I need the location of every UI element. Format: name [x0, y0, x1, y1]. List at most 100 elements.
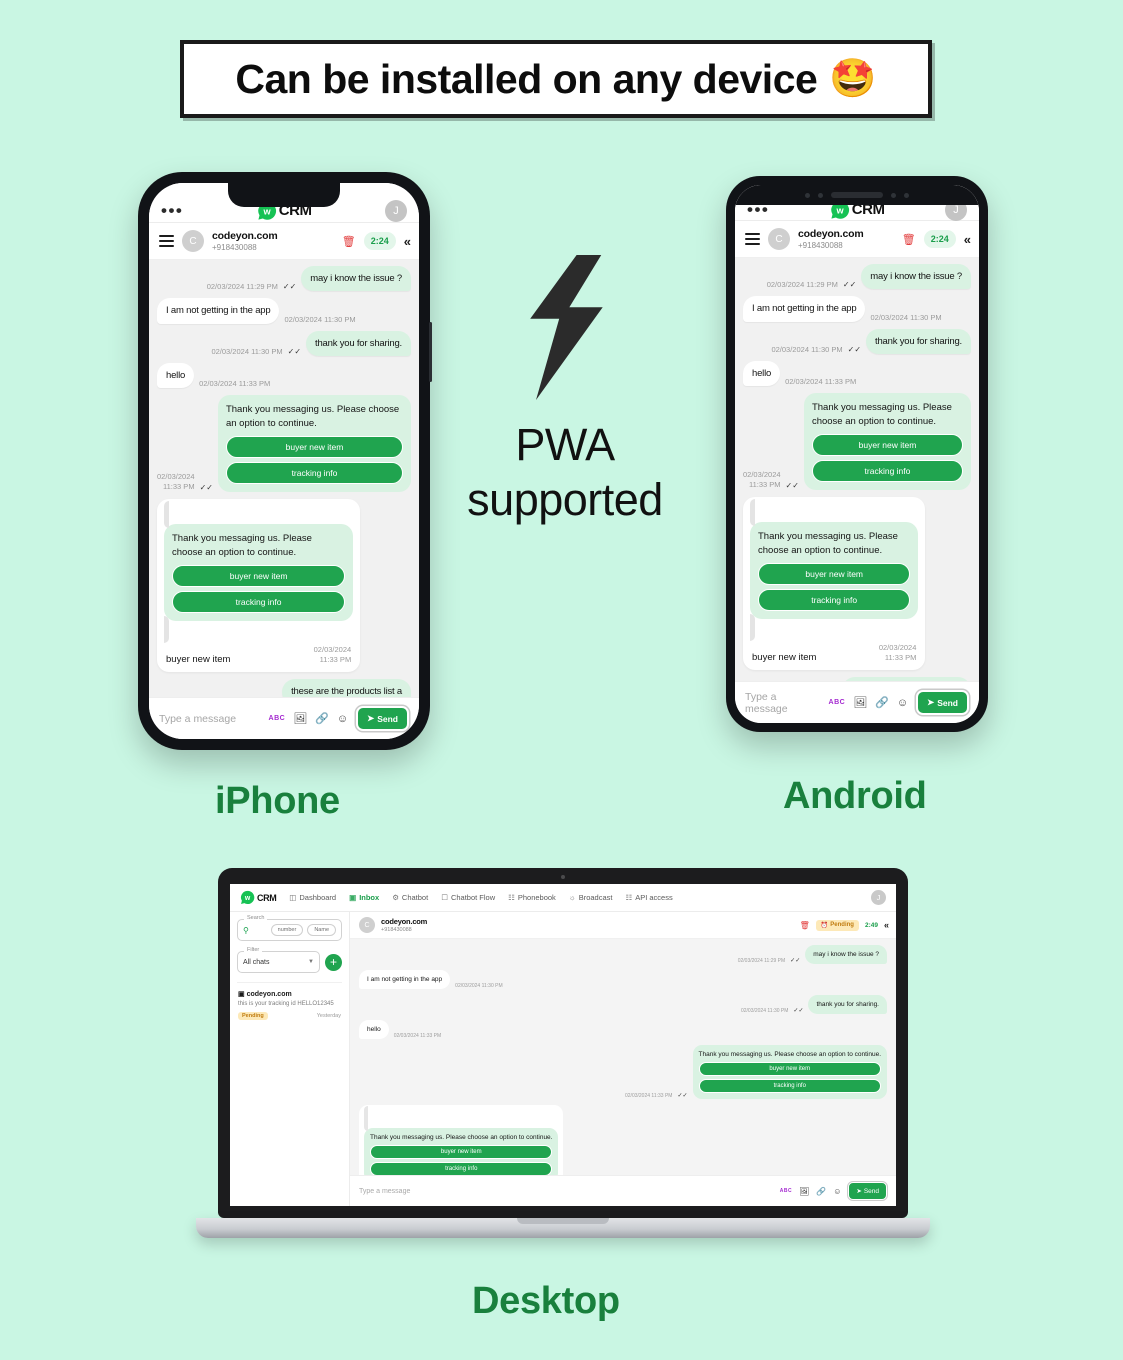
- option-button-tracking-info[interactable]: tracking info: [758, 589, 911, 612]
- contact-badge-icon: ▣: [238, 991, 245, 998]
- option-button-buyer-new-item[interactable]: buyer new item: [370, 1145, 553, 1160]
- emoji-icon[interactable]: ☺: [833, 1187, 841, 1196]
- chat-header: C codeyon.com +918430088 🗑 2:24 «: [149, 223, 419, 260]
- paperclip-icon[interactable]: 🔗: [816, 1187, 826, 1196]
- message-row: 02/03/2024 11:29 PM ✓✓ may i know the is…: [157, 266, 411, 292]
- brand-text: CRM: [257, 892, 277, 903]
- add-chat-button[interactable]: +: [325, 953, 342, 971]
- template-image-icon[interactable]: 🖼: [293, 712, 307, 725]
- paperclip-icon[interactable]: 🔗: [875, 696, 889, 709]
- filter-select[interactable]: Filter All chats ▼: [237, 947, 320, 973]
- template-image-icon[interactable]: 🖼: [853, 696, 867, 709]
- collapse-icon[interactable]: «: [964, 232, 971, 247]
- message-input[interactable]: Type a message: [745, 691, 821, 715]
- user-avatar[interactable]: J: [871, 890, 886, 905]
- chip-name[interactable]: Name: [307, 924, 336, 936]
- emoji-icon[interactable]: ☺: [897, 697, 908, 709]
- message-input[interactable]: Type a message: [359, 1188, 773, 1195]
- paperclip-icon[interactable]: 🔗: [315, 712, 329, 725]
- sensor-dot-icon: [904, 192, 909, 198]
- contact-phone: +918430088: [381, 927, 412, 933]
- chat-header-actions: 🗑 2:24 «: [342, 232, 411, 250]
- abc-icon[interactable]: ABC: [780, 1188, 792, 1194]
- nav-item-chatbot-flow[interactable]: ☐ Chatbot Flow: [441, 893, 495, 902]
- quoted-card-inner: Thank you messaging us. Please choose an…: [364, 1106, 559, 1175]
- option-button-tracking-info[interactable]: tracking info: [811, 460, 963, 483]
- option-card-text: Thank you messaging us. Please choose an…: [698, 1051, 881, 1059]
- template-image-icon[interactable]: 🖼: [799, 1187, 809, 1196]
- session-timer: 2:24: [363, 232, 396, 250]
- pwa-callout: PWA supported: [440, 255, 690, 528]
- user-avatar[interactable]: J: [384, 199, 407, 222]
- quoted-option-card: Thank you messaging us. Please choose an…: [164, 524, 354, 622]
- option-button-tracking-info[interactable]: tracking info: [370, 1162, 553, 1175]
- read-receipt-icon: ✓✓: [790, 958, 801, 965]
- nav-item-broadcast[interactable]: ☼ Broadcast: [569, 893, 613, 902]
- read-receipt-icon: ✓✓: [287, 346, 302, 356]
- option-card-text: Thank you messaging us. Please choose an…: [225, 404, 400, 429]
- option-button-buyer-new-item[interactable]: buyer new item: [225, 436, 403, 459]
- search-input[interactable]: Search ⚲ number Name: [237, 915, 342, 941]
- message-timestamp: 02/03/2024 11:29 PM: [737, 958, 786, 965]
- contact-name: codeyon.com: [798, 228, 864, 240]
- option-card: Thank you messaging us. Please choose an…: [803, 393, 971, 491]
- option-button-buyer-new-item[interactable]: buyer new item: [758, 563, 911, 586]
- message-timestamp: 02/03/2024 11:33 PM: [393, 1033, 442, 1040]
- nav-item-inbox[interactable]: ▣ Inbox: [349, 893, 379, 902]
- message-timestamp: 02/03/2024 11:30 PM: [455, 983, 503, 990]
- send-button[interactable]: ➤ Send: [848, 1182, 887, 1200]
- collapse-icon[interactable]: «: [884, 920, 889, 930]
- hamburger-menu-icon[interactable]: [745, 233, 760, 245]
- option-button-tracking-info[interactable]: tracking info: [698, 1079, 881, 1094]
- message-bubble: thank you for sharing.: [808, 995, 887, 1015]
- option-card-reply-row: Thank you messaging us. Please choose an…: [743, 497, 971, 671]
- read-receipt-icon: ✓✓: [282, 282, 297, 292]
- conversation-sidebar: Search ⚲ number Name Filter All chats ▼ …: [230, 912, 350, 1206]
- option-card-reply-row: Thank you messaging us. Please choose an…: [359, 1105, 887, 1175]
- nav-item-dashboard[interactable]: ◫ Dashboard: [289, 893, 336, 902]
- contact-phone: +918430088: [212, 243, 257, 252]
- send-button[interactable]: ➤ Send: [356, 706, 409, 731]
- message-timestamp: 02/03/2024 11:30 PM: [771, 344, 843, 354]
- option-button-tracking-info[interactable]: tracking info: [225, 462, 403, 485]
- contact-avatar: C: [768, 228, 790, 250]
- option-button-buyer-new-item[interactable]: buyer new item: [698, 1062, 881, 1077]
- laptop-mockup: w CRM ◫ Dashboard ▣ Inbox ⚙ Chatbot ☐ Ch…: [196, 868, 930, 1238]
- option-button-buyer-new-item[interactable]: buyer new item: [172, 565, 346, 588]
- message-bubble: I am not getting in the app: [359, 970, 451, 990]
- search-label: Search: [244, 915, 268, 921]
- delete-icon[interactable]: 🗑: [800, 921, 810, 930]
- contact-name: codeyon.com: [212, 230, 278, 242]
- chip-number[interactable]: number: [270, 924, 304, 936]
- abc-icon[interactable]: ABC: [269, 715, 286, 722]
- list-item[interactable]: ▣ codeyon.com this is your tracking id H…: [237, 982, 342, 1027]
- filter-row: Filter All chats ▼ +: [237, 947, 342, 973]
- option-button-buyer-new-item[interactable]: buyer new item: [811, 434, 963, 457]
- option-card-reply-row: Thank you messaging us. Please choose an…: [157, 499, 411, 673]
- nav-label: API access: [635, 893, 673, 902]
- message-timestamp: 02/03/2024 11:33 PM: [878, 643, 917, 663]
- hamburger-menu-icon[interactable]: [159, 235, 174, 247]
- option-button-tracking-info[interactable]: tracking info: [172, 591, 346, 614]
- svg-text:w: w: [244, 895, 251, 902]
- delete-icon[interactable]: 🗑: [902, 233, 916, 246]
- chat-message-list: 02/03/2024 11:29 PM ✓✓ may i know the is…: [735, 258, 979, 681]
- desktop-main: Search ⚲ number Name Filter All chats ▼ …: [230, 912, 896, 1206]
- abc-icon[interactable]: ABC: [829, 699, 846, 706]
- phonebook-icon: ☷: [508, 893, 515, 902]
- android-status-bar: [735, 185, 979, 205]
- webcam-icon: [561, 875, 565, 879]
- nav-item-api-access[interactable]: ☷ API access: [625, 893, 672, 902]
- delete-icon[interactable]: 🗑: [342, 235, 356, 248]
- desktop-chat-panel: C codeyon.com +918430088 🗑 ⏰ Pending 2:4…: [350, 912, 896, 1206]
- overflow-menu-icon[interactable]: •••: [161, 202, 183, 219]
- emoji-icon[interactable]: ☺: [337, 713, 348, 725]
- collapse-icon[interactable]: «: [404, 234, 411, 249]
- nav-item-chatbot[interactable]: ⚙ Chatbot: [392, 893, 428, 902]
- front-camera-icon: [891, 192, 896, 198]
- send-button[interactable]: ➤ Send: [916, 690, 969, 715]
- option-card: Thank you messaging us. Please choose an…: [217, 395, 411, 493]
- nav-item-phonebook[interactable]: ☷ Phonebook: [508, 893, 556, 902]
- message-input[interactable]: Type a message: [159, 713, 261, 725]
- message-timestamp: 02/03/2024 11:30 PM: [284, 314, 356, 324]
